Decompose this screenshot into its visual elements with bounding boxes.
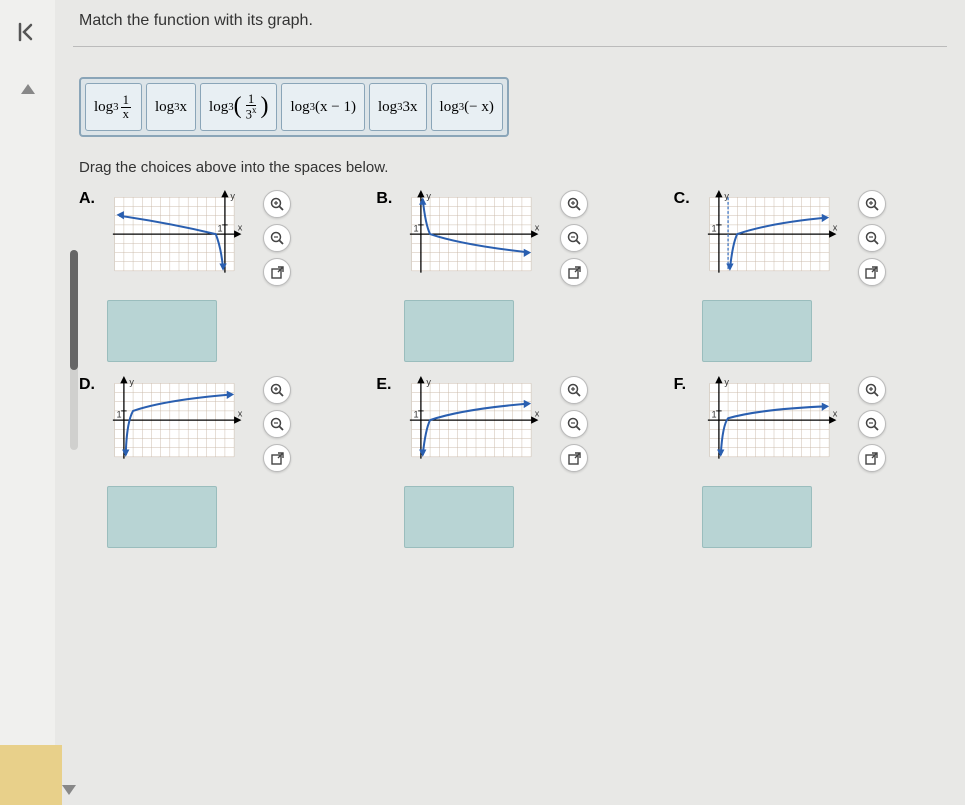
- graph-plot: y x 1: [702, 376, 852, 476]
- zoom-in-icon[interactable]: [263, 376, 291, 404]
- graph-plot: y x 1: [404, 190, 554, 290]
- zoom-in-icon[interactable]: [858, 376, 886, 404]
- svg-text:x: x: [535, 222, 540, 232]
- choice-c3[interactable]: log 3 (13x): [200, 83, 277, 131]
- svg-text:1: 1: [218, 223, 223, 233]
- zoom-in-icon[interactable]: [263, 190, 291, 218]
- svg-text:y: y: [427, 191, 432, 201]
- choice-c4[interactable]: log 3(x − 1): [281, 83, 365, 131]
- graph-grid: A. y x 1 B. y x 1 C. y x 1: [79, 190, 947, 548]
- graph-label: C.: [674, 190, 696, 362]
- popout-icon[interactable]: [858, 444, 886, 472]
- drop-zone[interactable]: [404, 300, 514, 362]
- zoom-out-icon[interactable]: [858, 410, 886, 438]
- graph-cell-C: C. y x 1: [674, 190, 947, 362]
- drop-zone[interactable]: [702, 300, 812, 362]
- svg-text:x: x: [832, 222, 837, 232]
- graph-cell-E: E. y x 1: [376, 376, 649, 548]
- graph-plot: y x 1: [107, 376, 257, 476]
- popout-icon[interactable]: [263, 258, 291, 286]
- popout-icon[interactable]: [858, 258, 886, 286]
- graph-cell-F: F. y x 1: [674, 376, 947, 548]
- choices-tray: log 3 1xlog 3xlog 3 (13x)log 3(x − 1)log…: [79, 77, 509, 137]
- popout-icon[interactable]: [560, 444, 588, 472]
- zoom-out-icon[interactable]: [560, 224, 588, 252]
- question-prompt: Match the function with its graph.: [79, 12, 947, 30]
- zoom-out-icon[interactable]: [263, 410, 291, 438]
- svg-text:x: x: [238, 222, 243, 232]
- graph-label: D.: [79, 376, 101, 548]
- svg-text:1: 1: [414, 409, 419, 419]
- svg-text:1: 1: [117, 409, 122, 419]
- graph-plot: y x 1: [107, 190, 257, 290]
- graph-cell-A: A. y x 1: [79, 190, 352, 362]
- drop-zone[interactable]: [107, 486, 217, 548]
- graph-label: B.: [376, 190, 398, 362]
- divider: [73, 46, 947, 47]
- main-content: Match the function with its graph. log 3…: [55, 0, 965, 805]
- collapse-icon[interactable]: [14, 18, 42, 46]
- graph-label: F.: [674, 376, 696, 548]
- left-nav: [0, 0, 55, 805]
- popout-icon[interactable]: [263, 444, 291, 472]
- graph-label: A.: [79, 190, 101, 362]
- zoom-in-icon[interactable]: [560, 376, 588, 404]
- drop-zone[interactable]: [107, 300, 217, 362]
- graph-plot: y x 1: [702, 190, 852, 290]
- svg-text:x: x: [238, 408, 243, 418]
- graph-label: E.: [376, 376, 398, 548]
- drop-zone[interactable]: [702, 486, 812, 548]
- svg-text:1: 1: [711, 223, 716, 233]
- graph-plot: y x 1: [404, 376, 554, 476]
- svg-text:x: x: [535, 408, 540, 418]
- zoom-out-icon[interactable]: [858, 224, 886, 252]
- svg-text:y: y: [724, 377, 729, 387]
- choice-c2[interactable]: log 3x: [146, 83, 196, 131]
- choice-c5[interactable]: log 33x: [369, 83, 427, 131]
- graph-cell-D: D. y x 1: [79, 376, 352, 548]
- choice-c6[interactable]: log 3(− x): [431, 83, 503, 131]
- footer-highlight: [0, 745, 62, 805]
- zoom-in-icon[interactable]: [560, 190, 588, 218]
- svg-text:1: 1: [711, 409, 716, 419]
- zoom-in-icon[interactable]: [858, 190, 886, 218]
- graph-cell-B: B. y x 1: [376, 190, 649, 362]
- drag-instruction: Drag the choices above into the spaces b…: [79, 159, 947, 176]
- popout-icon[interactable]: [560, 258, 588, 286]
- zoom-out-icon[interactable]: [263, 224, 291, 252]
- drop-zone[interactable]: [404, 486, 514, 548]
- zoom-out-icon[interactable]: [560, 410, 588, 438]
- svg-text:y: y: [230, 191, 235, 201]
- svg-text:y: y: [129, 377, 134, 387]
- scroll-up-icon[interactable]: [21, 84, 35, 94]
- choice-c1[interactable]: log 3 1x: [85, 83, 142, 131]
- svg-text:x: x: [832, 408, 837, 418]
- svg-text:1: 1: [414, 223, 419, 233]
- svg-text:y: y: [427, 377, 432, 387]
- scroll-down-icon[interactable]: [62, 785, 76, 795]
